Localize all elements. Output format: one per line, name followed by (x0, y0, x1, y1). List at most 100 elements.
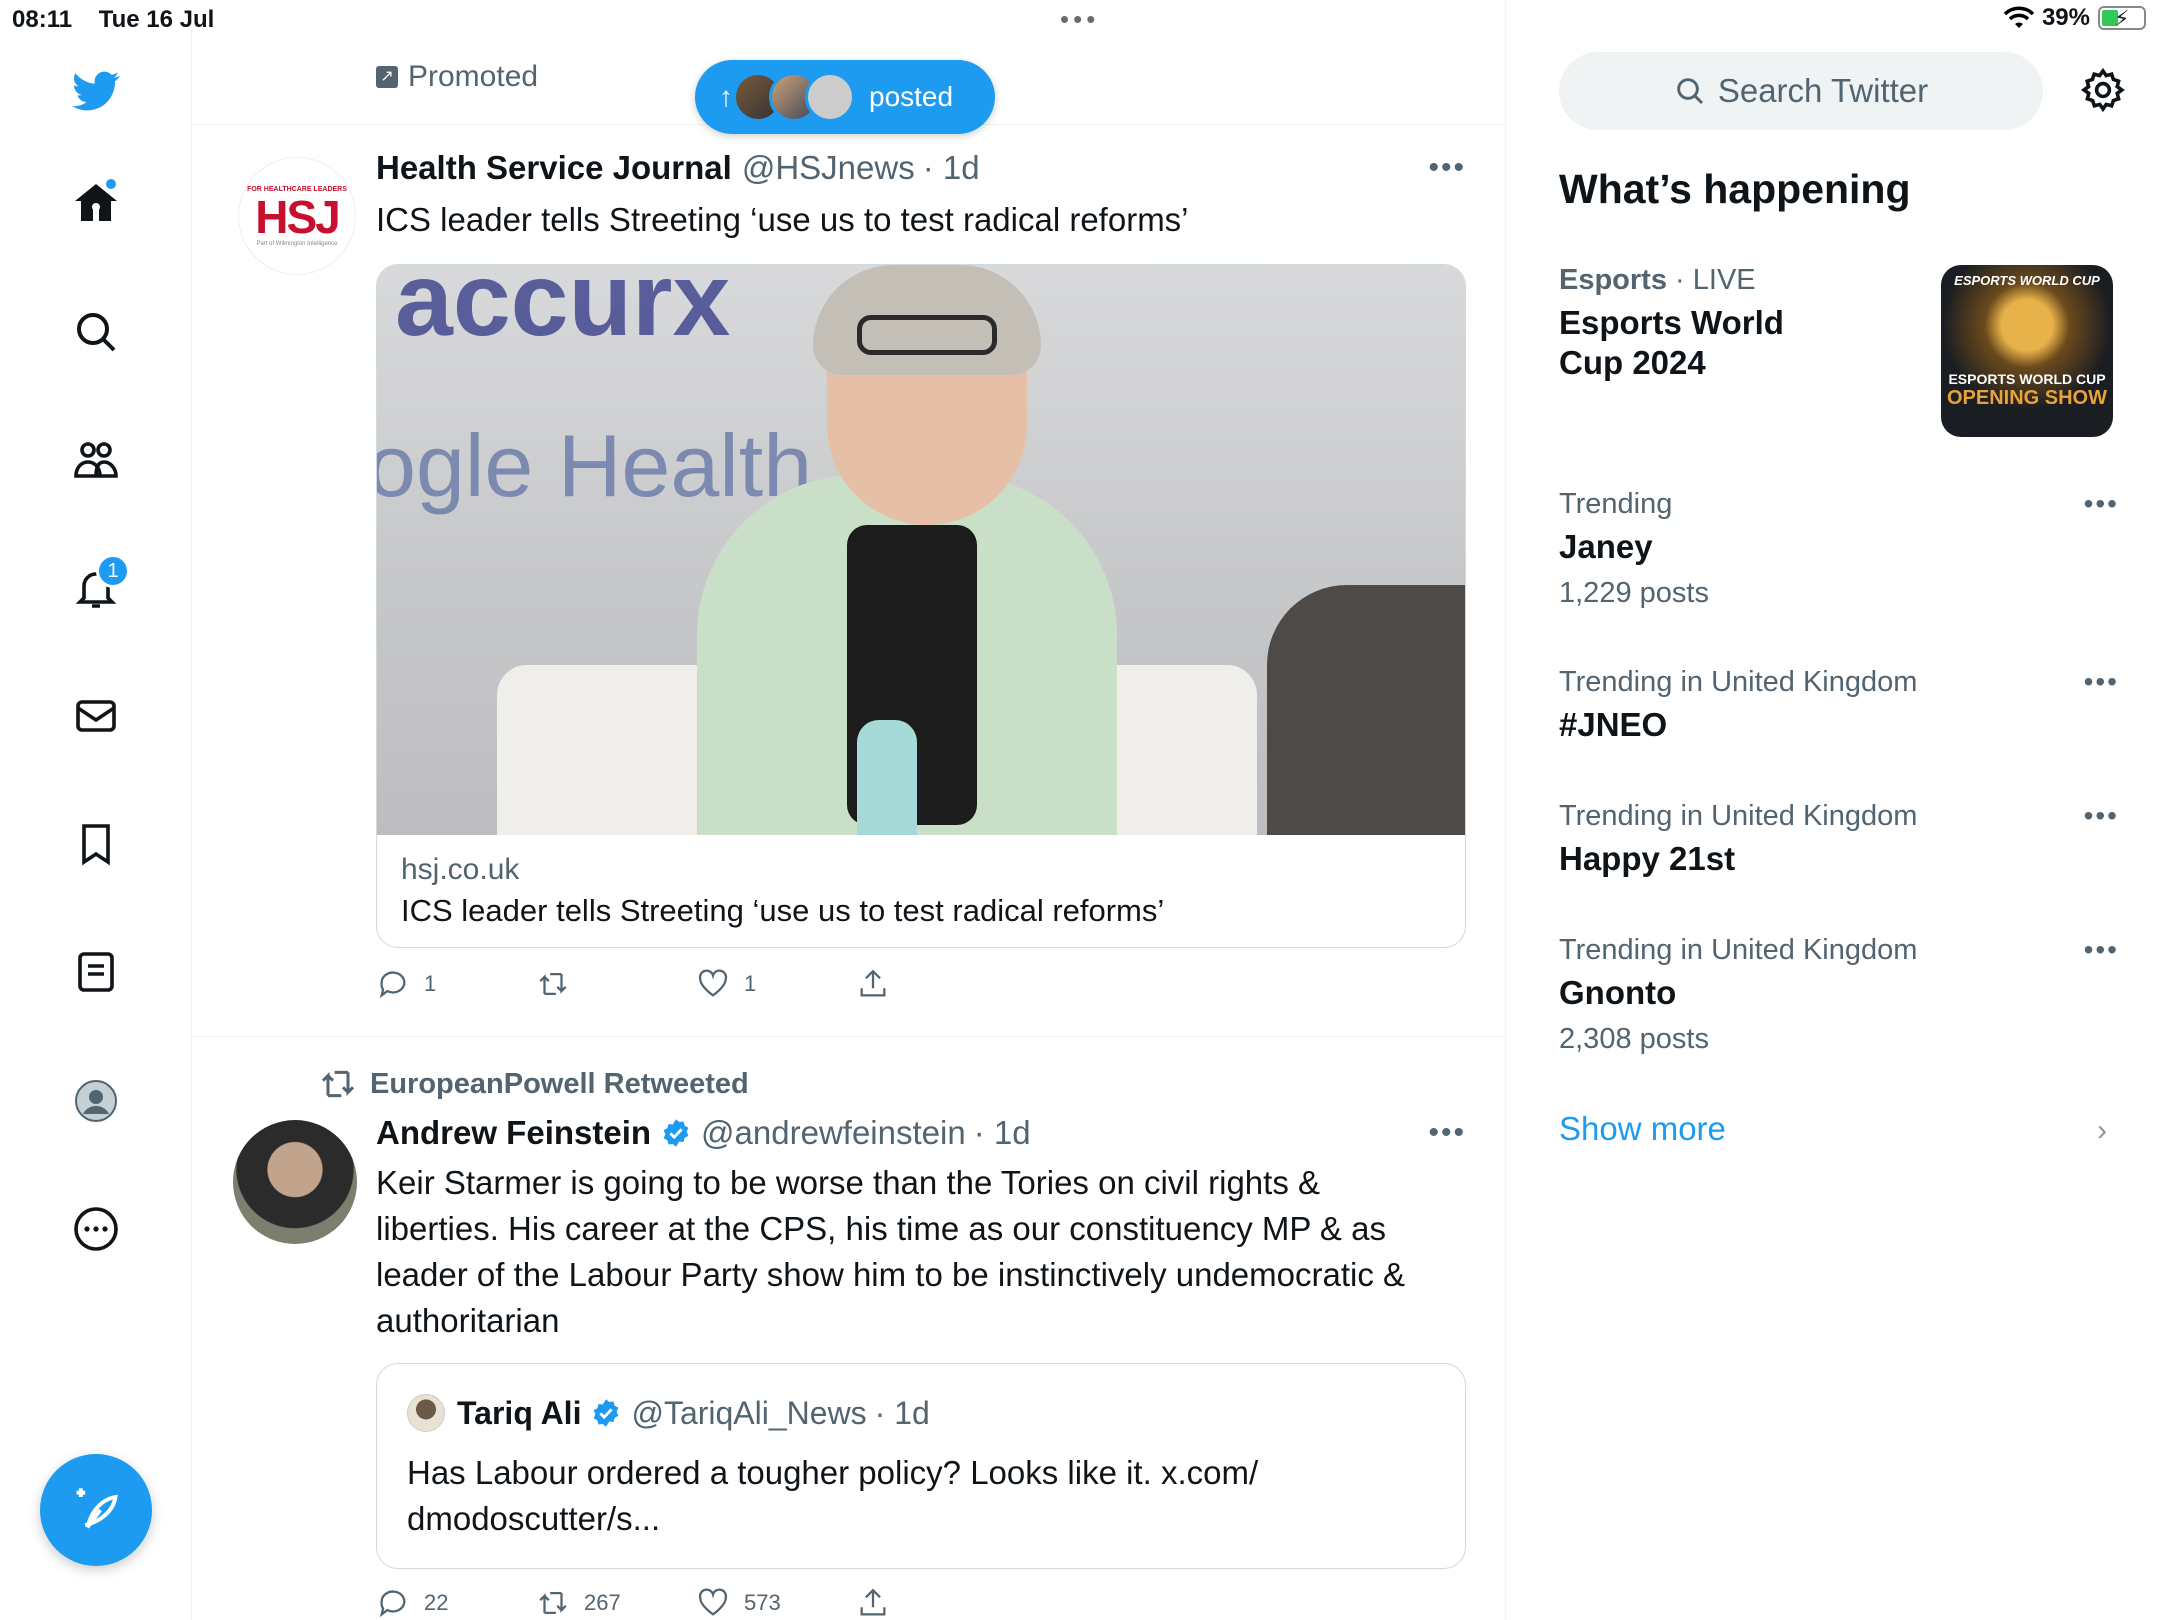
tweet-text-line: liberties. His career at the CPS, his ti… (376, 1210, 1386, 1247)
tweet-time[interactable]: · 1d (923, 149, 980, 187)
home-icon[interactable] (62, 169, 130, 237)
author-handle[interactable]: @andrewfeinstein (701, 1114, 966, 1152)
card-title: ICS leader tells Streeting ‘use us to te… (401, 893, 1165, 928)
lists-icon[interactable] (62, 938, 130, 1006)
promoted-label: Promoted (408, 60, 539, 93)
arrow-up-icon: ↑ (719, 81, 733, 112)
notifications-badge: 1 (96, 554, 130, 588)
settings-gear-icon[interactable] (2079, 66, 2127, 114)
thumb-subtitle: OPENING SHOW (1946, 387, 2107, 409)
avatar-logo-text: HSJ (255, 190, 340, 243)
image-backdrop-text: accurx (395, 265, 731, 358)
card-domain: hsj.co.uk (401, 853, 520, 886)
like-count: 573 (744, 1590, 781, 1615)
esports-thumbnail[interactable]: ESPORTS WORLD CUP ESPORTS WORLD CUP OPEN… (1941, 265, 2113, 437)
notifications-bell-icon[interactable]: 1 (62, 554, 130, 622)
tweet-time[interactable]: · 1d (974, 1114, 1031, 1152)
tweet-text-line: authoritarian (376, 1302, 560, 1339)
home-unread-dot (104, 177, 118, 191)
quoted-tweet[interactable]: Tariq Ali @TariqAli_News · 1d Has Labour… (376, 1363, 1466, 1569)
retweeted-by[interactable]: EuropeanPowell Retweeted (370, 1068, 749, 1101)
verified-badge-icon (591, 1398, 621, 1428)
retweet-context: EuropeanPowell Retweeted (318, 1064, 749, 1104)
trend-name: #JNEO (1559, 706, 1668, 743)
image-backdrop-text: ogle Health (377, 416, 813, 515)
reply-count: 1 (424, 971, 437, 996)
tweet-more-icon[interactable]: ••• (1428, 151, 1466, 185)
show-more-link[interactable]: Show more (1559, 1110, 1726, 1148)
search-icon[interactable] (62, 298, 130, 366)
trend-count: 2,308 posts (1559, 1023, 1709, 1055)
like-button[interactable]: 1 (696, 967, 856, 1001)
trend-category: Trending in United Kingdom (1559, 934, 1918, 966)
feinstein-avatar[interactable] (233, 1120, 357, 1244)
link-card[interactable]: accurx ogle Health hsj.co.uk ICS leader … (376, 264, 1466, 948)
reply-button[interactable]: 1 (376, 967, 536, 1001)
quote-author-name[interactable]: Tariq Ali (457, 1395, 581, 1432)
trend-name: Gnonto (1559, 974, 1677, 1011)
author-name[interactable]: Andrew Feinstein (376, 1114, 651, 1152)
author-name[interactable]: Health Service Journal (376, 149, 732, 187)
trend-name: Happy 21st (1559, 840, 1736, 877)
quote-time: · 1d (874, 1394, 930, 1431)
twitter-logo-icon[interactable] (62, 57, 130, 125)
trend-count: 1,229 posts (1559, 577, 1709, 609)
profile-avatar-icon[interactable] (62, 1067, 130, 1135)
search-bar[interactable]: Search Twitter (1559, 52, 2043, 130)
app-screen: 08:11 Tue 16 Jul ••• 39% ⚡ 1 ↗ Promoted … (0, 0, 2160, 1620)
thumb-title: ESPORTS WORLD CUP (1948, 371, 2106, 387)
search-placeholder: Search Twitter (1717, 72, 1929, 109)
trend-more-icon[interactable]: ••• (2084, 800, 2119, 832)
avatar (805, 72, 855, 122)
more-options-icon[interactable] (62, 1195, 130, 1263)
avatar-subtext: Part of Wilmington Intelligence (256, 240, 338, 247)
communities-icon[interactable] (62, 426, 130, 494)
trend-category: Trending in United Kingdom (1559, 666, 1918, 698)
tweet-feinstein[interactable]: EuropeanPowell Retweeted Andrew Feinstei… (193, 1038, 1506, 1620)
compose-tweet-button[interactable] (40, 1454, 152, 1566)
share-button[interactable] (856, 1586, 1016, 1620)
trend-more-icon[interactable]: ••• (2084, 488, 2119, 520)
new-posts-pill[interactable]: ↑ posted (695, 60, 995, 134)
trend-item[interactable]: Trending in United Kingdom #JNEO ••• (1559, 666, 2119, 745)
like-count: 1 (744, 971, 757, 996)
tweet-text-line: Keir Starmer is going to be worse than t… (376, 1164, 1320, 1201)
reply-button[interactable]: 22 (376, 1586, 536, 1620)
tweet-more-icon[interactable]: ••• (1428, 1116, 1466, 1150)
reply-icon (379, 1590, 406, 1618)
tweet-header: Andrew Feinstein @andrewfeinstein · 1d (376, 1114, 1031, 1152)
tariq-ali-avatar[interactable] (407, 1394, 445, 1432)
tweet-hsj[interactable]: FOR HEALTHCARE LEADERS HSJ Part of Wilmi… (193, 125, 1506, 1037)
tweet-actions: 1 1 (376, 967, 1016, 1001)
quote-text-line: dmodoscutter/s... (407, 1500, 661, 1537)
retweet-icon (321, 1070, 355, 1098)
retweet-icon (539, 1591, 567, 1615)
trend-more-icon[interactable]: ••• (2084, 934, 2119, 966)
retweet-button[interactable]: 267 (536, 1586, 696, 1620)
retweet-count: 267 (584, 1590, 621, 1615)
tweet-text: ICS leader tells Streeting ‘use us to te… (376, 201, 1189, 238)
trend-item[interactable]: Trending in United Kingdom Happy 21st ••… (1559, 800, 2119, 879)
retweet-button[interactable] (536, 967, 696, 1001)
like-button[interactable]: 573 (696, 1586, 856, 1620)
chevron-right-icon[interactable]: › (2097, 1114, 2107, 1148)
messages-icon[interactable] (62, 682, 130, 750)
trend-item[interactable]: Trending in United Kingdom Gnonto 2,308 … (1559, 934, 2119, 1056)
quote-author-handle[interactable]: @TariqAli_News (631, 1395, 866, 1432)
hsj-avatar[interactable]: FOR HEALTHCARE LEADERS HSJ Part of Wilmi… (238, 157, 356, 275)
promoted-icon: ↗ (376, 66, 398, 88)
thumb-logo-text: ESPORTS WORLD CUP (1954, 273, 2100, 288)
search-icon (1677, 78, 1703, 105)
bookmarks-icon[interactable] (62, 810, 130, 878)
reply-icon (379, 971, 406, 999)
new-posts-label: posted (869, 81, 954, 112)
live-label: · LIVE (1666, 264, 1756, 296)
image-other-person (1267, 585, 1465, 835)
share-button[interactable] (856, 967, 1016, 1001)
share-icon (860, 1588, 886, 1616)
author-handle[interactable]: @HSJnews (742, 149, 915, 187)
trend-more-icon[interactable]: ••• (2084, 666, 2119, 698)
image-person-glasses (857, 315, 997, 355)
tweet-text: Keir Starmer is going to be worse than t… (376, 1160, 1405, 1344)
trend-item[interactable]: Trending Janey 1,229 posts ••• (1559, 488, 2119, 610)
